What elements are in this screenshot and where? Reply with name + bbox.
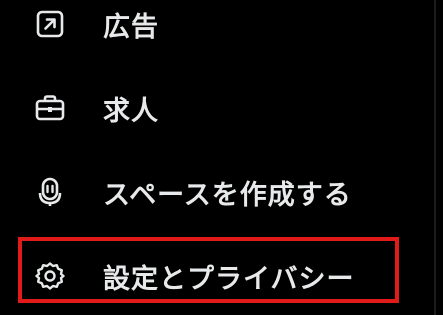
menu-item-jobs[interactable]: 求人 xyxy=(0,80,420,136)
menu-item-ads[interactable]: 広告 xyxy=(0,0,420,52)
menu-item-label: 設定とプライバシー xyxy=(103,263,355,295)
menu-item-label: 求人 xyxy=(103,95,159,127)
menu-item-settings[interactable]: 設定とプライバシー xyxy=(0,248,420,304)
microphone-spaces-icon xyxy=(33,175,67,209)
menu-item-label: スペースを作成する xyxy=(103,179,352,211)
briefcase-icon xyxy=(33,91,67,125)
panel-edge-divider xyxy=(434,0,436,315)
more-menu-panel: 広告 求人 スペースを作成する 設定とプライバシー xyxy=(0,0,443,315)
external-link-square-icon xyxy=(33,7,67,41)
gear-icon xyxy=(33,259,67,293)
menu-item-label: 広告 xyxy=(103,11,159,43)
menu-item-spaces[interactable]: スペースを作成する xyxy=(0,164,420,220)
